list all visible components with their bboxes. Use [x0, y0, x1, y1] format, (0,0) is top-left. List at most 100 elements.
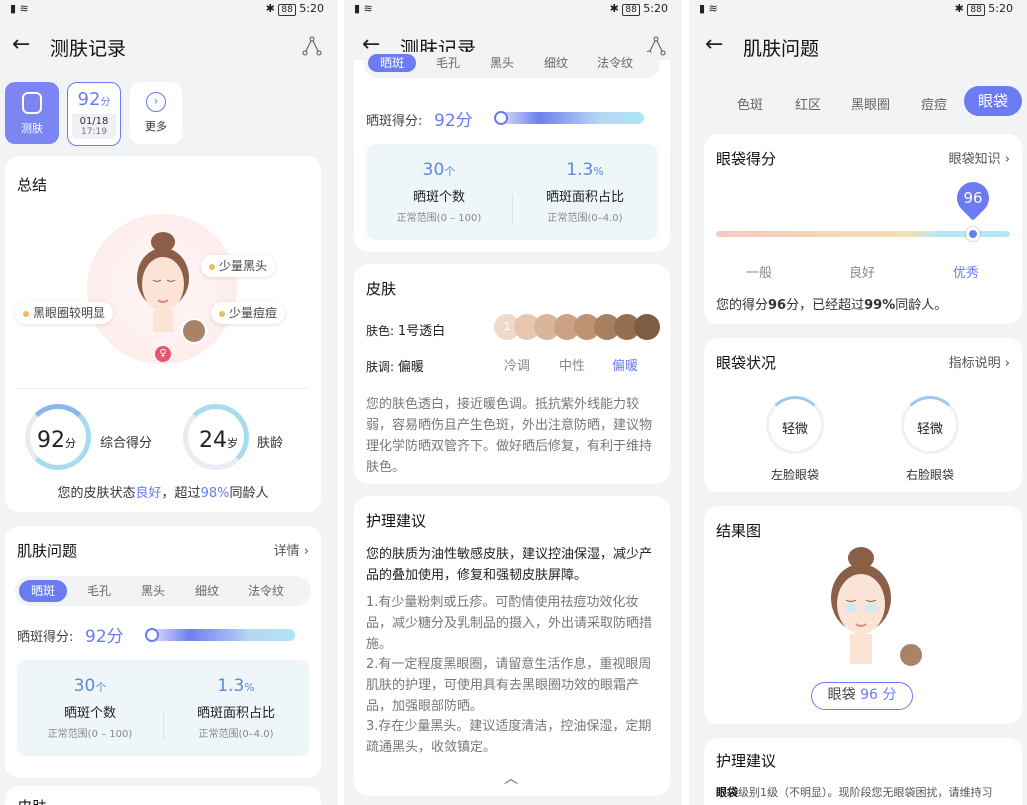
skin-status-text: 您的皮肤状态良好，超过98%同龄人	[57, 486, 269, 501]
page-title: 肌肤问题	[743, 38, 820, 60]
status-bar: ▮ ≋ ✱ 88 5:20	[0, 0, 338, 18]
signal-icon: ▮ ≋	[699, 2, 718, 15]
count-stat: 30个 晒斑个数 正常范围(0 – 100)	[17, 676, 163, 740]
area-stat: 1.3% 晒斑面积占比 正常范围(0–4.0)	[545, 160, 624, 224]
record-time: 17:19	[81, 127, 107, 137]
face-scan-icon	[22, 92, 42, 114]
care-title: 护理建议	[366, 512, 427, 530]
tag-acne[interactable]: 少量痘痘	[211, 302, 286, 324]
tag-blackheads[interactable]: 少量黑头	[201, 255, 276, 277]
score-value: 92分	[434, 111, 473, 131]
count-label: 晒斑个数	[63, 706, 116, 721]
care-item-2: 2.有一定程度黑眼圈，请留意生活作息，重视眼周肌肤的护理，可使用具有去黑眼圈功效…	[366, 657, 652, 714]
summary-card: 总结 ♀ 少量黑头 黑眼圈较明显 少量痘痘 92分 综合得分 24岁 肤龄 您的…	[5, 156, 321, 512]
issues-title: 肌肤问题	[17, 542, 78, 560]
score-summary: 您的得分96分，已经超过99%同龄人。	[716, 298, 948, 313]
tab-pores[interactable]: 毛孔	[75, 580, 123, 602]
issue-tabs: 晒斑 毛孔 黑头 细纹 法令纹	[364, 52, 660, 78]
count-stat: 30个 晒斑个数 正常范围(0 – 100)	[396, 160, 482, 224]
phone-screen-3: ▮ ≋ ✱ 88 5:20 ← 肌肤问题 色斑 红区 黑眼圈 痘痘 眼袋 眼袋得…	[689, 0, 1027, 805]
face-thumbnail[interactable]	[181, 318, 207, 344]
skin-card-peek: 皮肤	[5, 786, 321, 805]
skin-color-row: 肤色: 1号透白	[366, 324, 446, 339]
indicator-help-link[interactable]: 指标说明 ›	[949, 352, 1010, 371]
score-title: 眼袋得分	[716, 150, 777, 168]
status-time: 5:20	[988, 2, 1013, 15]
collapse-chevron-icon[interactable]: ︿	[504, 768, 518, 788]
score-bar-knob[interactable]	[145, 628, 159, 642]
signal-icon: ▮ ≋	[10, 2, 29, 15]
eye-bag-badge: 眼袋 96 分	[811, 682, 913, 710]
battery-level: 88	[967, 4, 985, 16]
care-item-3: 3.存在少量黑头。建议适度清洁，控油保湿，定期疏通黑头，收敛镇定。	[366, 719, 652, 755]
share-icon[interactable]	[300, 34, 324, 58]
tab-nasolabial[interactable]: 法令纹	[586, 54, 644, 72]
tab-sun-spots[interactable]: 晒斑	[368, 54, 416, 72]
record-card-selected[interactable]: 92分 01/18 17:19	[67, 82, 121, 146]
chevron-right-circle-icon: ›	[146, 92, 166, 112]
tab-fine-lines[interactable]: 细纹	[532, 54, 580, 72]
back-arrow-icon[interactable]: ←	[705, 32, 723, 57]
skin-color-swatches[interactable]: 1	[494, 314, 660, 340]
back-arrow-icon[interactable]: ←	[12, 32, 30, 57]
care-item-1: 1.有少量粉刺或丘疹。可酌情使用祛痘功效化妆品，减少糖分及乳制品的摄入，外出请采…	[366, 595, 653, 652]
skin-card: 皮肤 肤色: 1号透白 1 肤调: 偏暖 冷调 中性 偏暖 您的肤色透白，接近暖…	[354, 264, 670, 484]
level-average: 一般	[746, 266, 773, 281]
summary-title: 总结	[17, 176, 48, 194]
condition-title: 眼袋状况	[716, 354, 777, 372]
result-title: 结果图	[716, 522, 762, 540]
care-card: 护理建议 眼袋级别1级（不明显）。现阶段您无眼袋困扰，请维持习	[704, 738, 1022, 805]
signal-icon: ▮ ≋	[354, 2, 373, 15]
tone-neutral[interactable]: 中性	[559, 355, 585, 374]
tab-eye-bags[interactable]: 眼袋	[964, 86, 1022, 116]
left-eye-bag-value: 轻微	[781, 422, 808, 437]
skin-swatch[interactable]	[634, 314, 660, 340]
overall-score-label: 综合得分	[100, 436, 153, 451]
tab-color-spots[interactable]: 色斑	[737, 94, 763, 113]
score-bar	[494, 112, 644, 124]
tab-blackheads[interactable]: 黑头	[129, 580, 177, 602]
eye-bag-condition-card: 眼袋状况 指标说明 › 轻微 左脸眼袋 轻微 右脸眼袋	[704, 338, 1022, 492]
area-stat: 1.3% 晒斑面积占比 正常范围(0–4.0)	[163, 676, 309, 740]
issue-tabs: 晒斑 毛孔 黑头 细纹 法令纹	[15, 576, 311, 606]
care-title: 护理建议	[716, 752, 777, 770]
more-button[interactable]: › 更多	[130, 82, 182, 144]
tab-pores[interactable]: 毛孔	[424, 54, 472, 72]
tab-red-zones[interactable]: 红区	[795, 94, 821, 113]
status-bar: ▮ ≋ ✱ 88 5:20	[344, 0, 682, 18]
skin-title: 皮肤	[366, 280, 397, 298]
skin-description: 您的肤色透白，接近暖色调。抵抗紫外线能力较弱，容易晒伤且产生色斑，外出注意防晒，…	[366, 397, 653, 475]
score-bar-knob[interactable]	[494, 111, 508, 125]
tone-cool[interactable]: 冷调	[504, 355, 530, 374]
area-value: 1.3%	[217, 676, 255, 696]
face-thumbnail[interactable]	[898, 642, 924, 668]
measure-button[interactable]: 测肤	[5, 82, 59, 144]
tab-dark-circles[interactable]: 黑眼圈	[851, 94, 890, 113]
issues-detail-link[interactable]: 详情 ›	[274, 540, 309, 559]
page-title: 测肤记录	[50, 38, 127, 60]
tab-sun-spots[interactable]: 晒斑	[19, 580, 67, 602]
chevron-right-icon: ›	[1004, 152, 1010, 167]
result-image-card: 结果图 眼袋 96 分	[704, 506, 1022, 724]
tab-blackheads[interactable]: 黑头	[478, 54, 526, 72]
score-marker	[966, 227, 980, 241]
tag-dark-circles[interactable]: 黑眼圈较明显	[15, 302, 114, 324]
bluetooth-icon: ✱	[265, 2, 275, 15]
skin-age: 24岁	[199, 428, 238, 453]
score-label: 晒斑得分:	[17, 630, 74, 645]
care-text: 眼袋级别1级（不明显）。现阶段您无眼袋困扰，请维持习	[716, 786, 993, 799]
issue-tabs: 色斑 红区 黑眼圈 痘痘 眼袋	[689, 86, 1027, 118]
tab-acne[interactable]: 痘痘	[921, 94, 947, 113]
measure-label: 测肤	[21, 122, 43, 135]
tab-fine-lines[interactable]: 细纹	[183, 580, 231, 602]
right-eye-bag-value: 轻微	[916, 422, 943, 437]
count-range: 正常范围(0 – 100)	[47, 729, 133, 740]
score-pin-value: 96	[963, 189, 983, 207]
tone-warm[interactable]: 偏暖	[612, 355, 638, 374]
skin-tone-row: 肤调: 偏暖	[366, 360, 424, 375]
eye-bag-knowledge-link[interactable]: 眼袋知识 ›	[949, 148, 1010, 167]
tab-nasolabial[interactable]: 法令纹	[237, 580, 295, 602]
count-value: 30个	[73, 676, 107, 696]
record-date: 01/18	[79, 116, 109, 127]
left-eye-bag-label: 左脸眼袋	[770, 468, 819, 482]
